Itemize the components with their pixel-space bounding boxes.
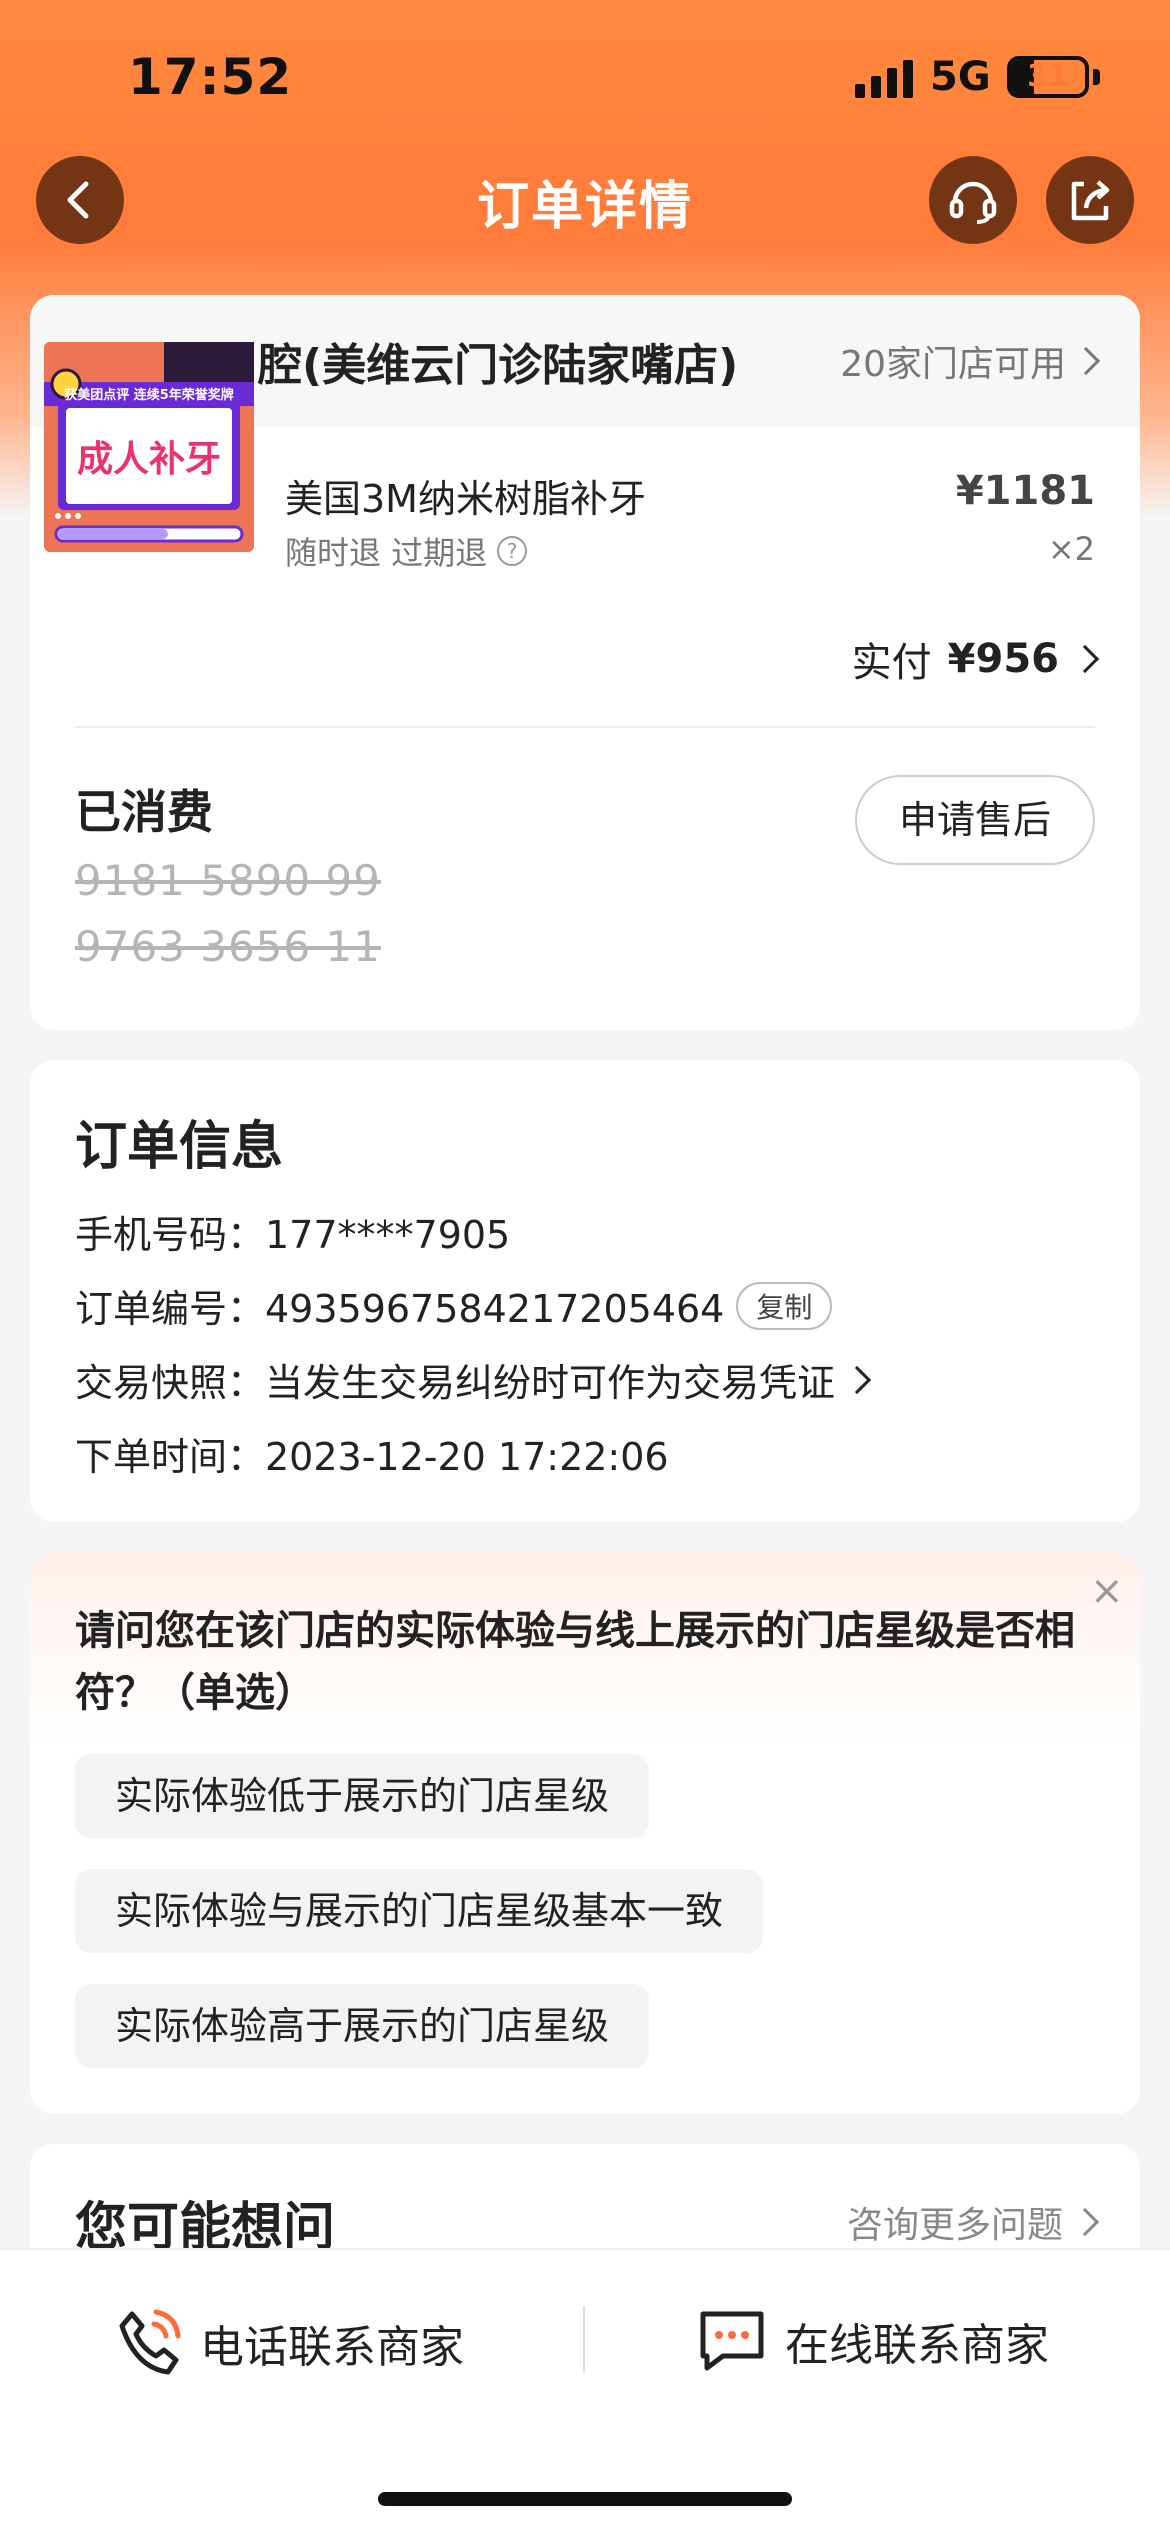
paid-label: 实付 bbox=[851, 640, 932, 686]
share-icon bbox=[1071, 180, 1110, 221]
thumb-title: 成人补牙 bbox=[76, 439, 221, 480]
chat-merchant-button[interactable]: 在线联系商家 bbox=[697, 2308, 1049, 2374]
more-questions-label: 咨询更多问题 bbox=[846, 2205, 1063, 2246]
order-time: 下单时间：2023-12-20 17:22:06 bbox=[75, 1435, 669, 1479]
product-thumbnail[interactable]: 获美团点评 连续5年荣誉奖牌 成人补牙 bbox=[44, 342, 254, 552]
help-icon[interactable]: ? bbox=[497, 536, 528, 566]
battery-level: 31 bbox=[1027, 59, 1069, 94]
status-bar: 17:52 5G 31 bbox=[0, 0, 1170, 150]
snapshot-link[interactable]: 交易快照：当发生交易纠纷时可作为交易凭证 bbox=[75, 1352, 872, 1407]
refund-tags: 随时退 过期退 ? bbox=[285, 528, 528, 574]
snapshot-text: 交易快照：当发生交易纠纷时可作为交易凭证 bbox=[75, 1361, 836, 1405]
chat-icon bbox=[700, 2311, 764, 2371]
thumb-badge: 获美团点评 连续5年荣誉奖牌 bbox=[64, 388, 234, 403]
call-merchant-label: 电话联系商家 bbox=[200, 2322, 464, 2373]
call-merchant-button[interactable]: 电话联系商家 bbox=[116, 2308, 464, 2378]
copy-button[interactable]: 复制 bbox=[736, 1281, 833, 1330]
survey-question: 请问您在该门店的实际体验与线上展示的门店星级是否相符？（单选） bbox=[75, 1608, 1075, 1716]
chevron-right-icon bbox=[1070, 644, 1100, 674]
store-availability-link[interactable]: 20家门店可用 bbox=[840, 335, 1101, 387]
divider bbox=[75, 726, 1095, 728]
more-questions-link[interactable]: 咨询更多问题 bbox=[846, 2196, 1100, 2248]
consumed-title: 已消费 bbox=[75, 785, 213, 839]
survey-option[interactable]: 实际体验高于展示的门店星级 bbox=[75, 1984, 650, 2068]
order-number: 订单编号：4935967584217205464 bbox=[75, 1287, 725, 1331]
voucher-code: 9181 5890 99 bbox=[75, 856, 381, 905]
chevron-right-icon bbox=[1070, 2207, 1100, 2237]
product-name[interactable]: 美国3M纳米树脂补牙 bbox=[285, 468, 646, 523]
order-info-title: 订单信息 bbox=[75, 1117, 284, 1177]
store-availability: 20家门店可用 bbox=[840, 344, 1066, 385]
headset-icon bbox=[949, 181, 997, 224]
chevron-right-icon bbox=[842, 1365, 872, 1394]
close-icon[interactable]: × bbox=[1090, 1568, 1124, 1614]
refund-tags-text: 随时退 过期退 bbox=[285, 534, 488, 572]
battery-icon: 31 bbox=[1007, 56, 1089, 98]
network-label: 5G bbox=[930, 54, 991, 100]
battery-tip bbox=[1093, 69, 1100, 85]
order-number-row: 订单编号：4935967584217205464 复制 bbox=[75, 1278, 833, 1333]
status-time: 17:52 bbox=[128, 48, 293, 106]
share-button[interactable] bbox=[1046, 156, 1134, 244]
product-price: ¥1181 bbox=[955, 468, 1095, 514]
bottom-action-bar: 电话联系商家 在线联系商家 bbox=[0, 2248, 1170, 2532]
survey-option[interactable]: 实际体验低于展示的门店星级 bbox=[75, 1754, 650, 1838]
after-sales-button[interactable]: 申请售后 bbox=[855, 775, 1095, 865]
phone-number: 手机号码：177****7905 bbox=[75, 1213, 511, 1257]
voucher-code: 9763 3656 11 bbox=[75, 922, 381, 971]
product-quantity: ×2 bbox=[1047, 530, 1095, 568]
divider bbox=[583, 2306, 585, 2372]
customer-service-button[interactable] bbox=[929, 156, 1017, 244]
phone-icon bbox=[119, 2309, 181, 2375]
nav-bar: 订单详情 bbox=[0, 150, 1170, 250]
signal-icon bbox=[855, 58, 913, 98]
home-indicator[interactable] bbox=[378, 2492, 792, 2506]
chat-merchant-label: 在线联系商家 bbox=[785, 2320, 1049, 2371]
paid-amount: ¥956 bbox=[947, 636, 1059, 682]
survey-option[interactable]: 实际体验与展示的门店星级基本一致 bbox=[75, 1869, 764, 1953]
paid-amount-row[interactable]: 实付 ¥956 bbox=[851, 630, 1100, 688]
chevron-right-icon bbox=[1071, 346, 1101, 376]
